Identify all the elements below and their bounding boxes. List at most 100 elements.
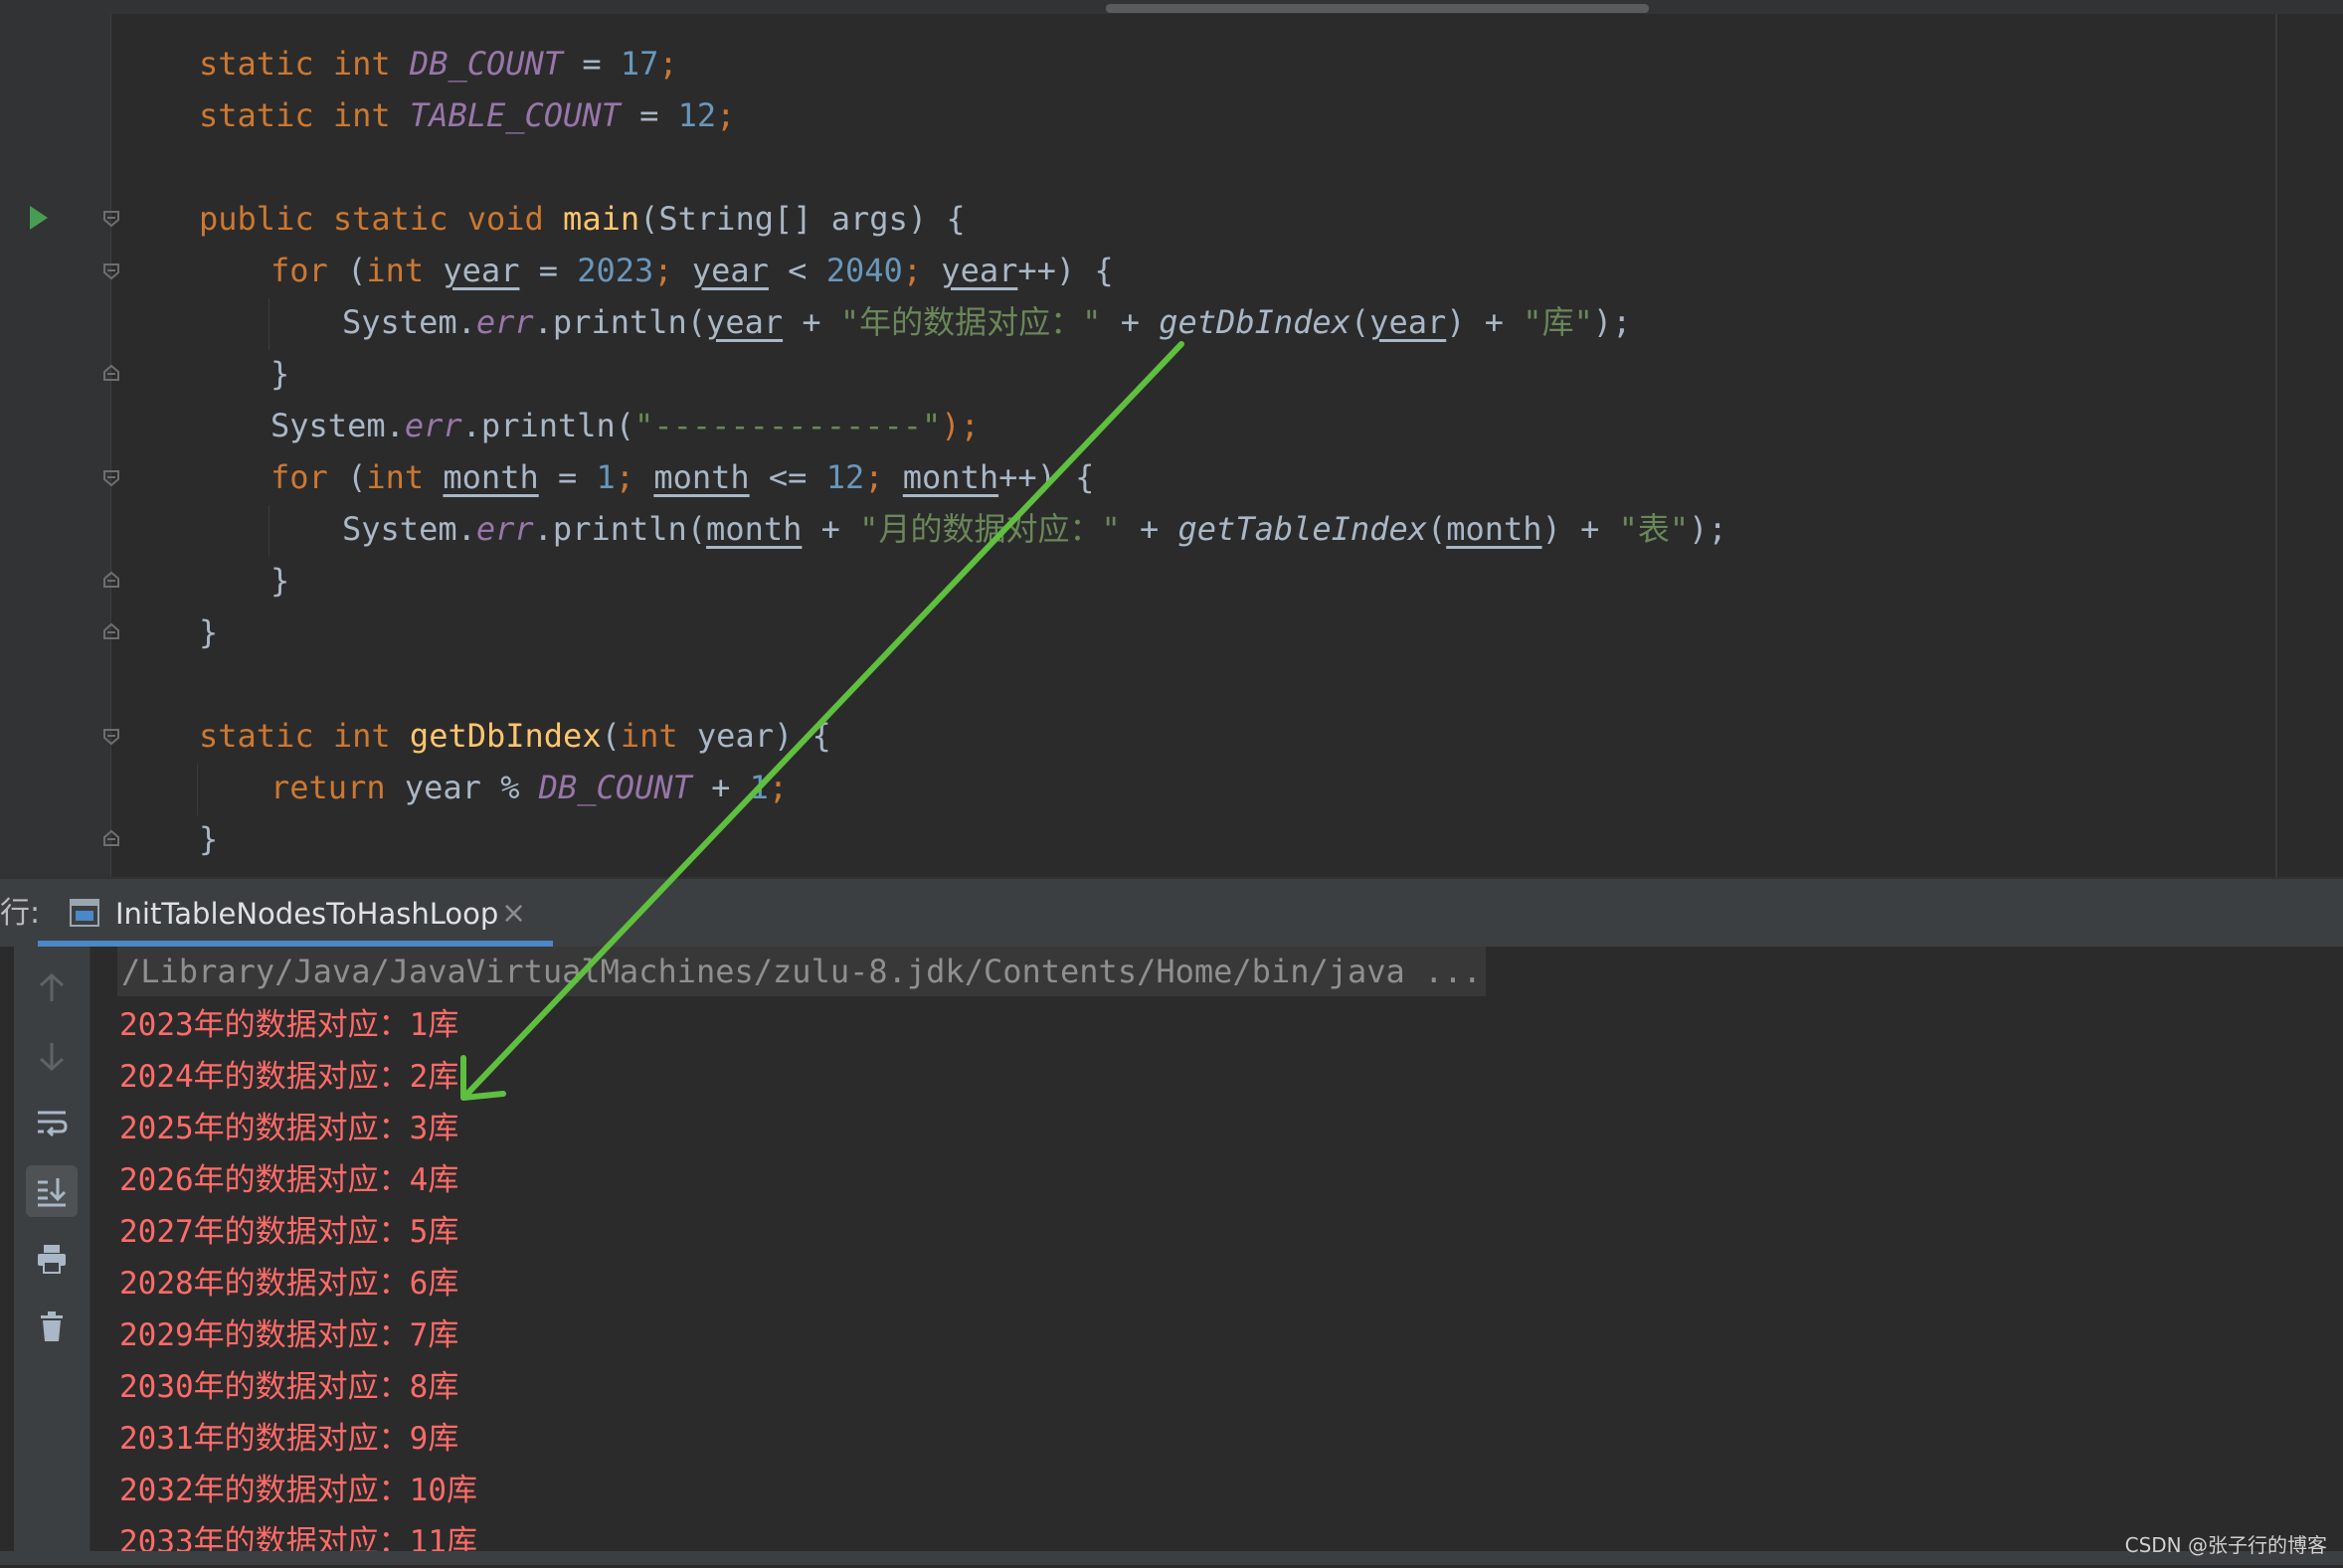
operator: =: [519, 252, 578, 289]
semicolon: ;: [864, 458, 903, 496]
fold-close-icon[interactable]: [102, 829, 120, 847]
expression: year %: [404, 769, 539, 806]
brace: }: [199, 613, 219, 651]
variable: month: [706, 510, 803, 548]
fold-close-icon[interactable]: [102, 571, 120, 589]
code-line[interactable]: }: [199, 607, 218, 658]
string-literal: "表": [1618, 510, 1690, 548]
operator: ) +: [1541, 510, 1619, 548]
fold-close-icon[interactable]: [102, 622, 120, 640]
code-line[interactable]: for (int month = 1; month <= 12; month++…: [270, 451, 1094, 503]
run-tool-window-header: 行: InitTableNodesToHashLoop ×: [0, 877, 2343, 949]
output-line: 2030年的数据对应：8库: [119, 1369, 459, 1405]
fold-open-icon[interactable]: [102, 262, 120, 280]
paren: );: [1592, 303, 1632, 341]
code-line[interactable]: static int getDbIndex(int year) {: [199, 710, 831, 762]
number-literal: 1: [749, 769, 769, 806]
code-line[interactable]: System.err.println(year + "年的数据对应：" + ge…: [342, 296, 1631, 348]
semicolon: ;: [658, 45, 678, 83]
output-line: 2031年的数据对应：9库: [119, 1421, 459, 1457]
close-icon[interactable]: ×: [501, 879, 526, 949]
right-margin-guide: [2275, 14, 2277, 877]
variable: year: [691, 252, 769, 289]
arrow-down-icon[interactable]: [26, 1030, 78, 1082]
arrow-up-icon[interactable]: [26, 962, 78, 1014]
constant-name: TABLE_COUNT: [409, 96, 621, 134]
keyword: static int: [199, 96, 410, 134]
code-line[interactable]: }: [270, 555, 289, 607]
number-literal: 2040: [825, 252, 903, 289]
keyword: static int: [199, 45, 410, 83]
horizontal-scrollbar[interactable]: [1106, 4, 1649, 13]
run-main-icon[interactable]: [30, 206, 48, 230]
trash-icon[interactable]: [26, 1301, 78, 1352]
operator: ++) {: [1017, 252, 1114, 289]
semicolon: ;: [615, 458, 654, 496]
method-call: .println(: [461, 407, 635, 444]
operator: +: [1120, 510, 1178, 548]
output-line: 2023年的数据对应：1库: [119, 1007, 459, 1043]
signature: (String[] args) {: [639, 200, 966, 238]
output-line: 2025年的数据对应：3库: [119, 1111, 459, 1146]
operator: ++) {: [998, 458, 1095, 496]
method-call: .println(: [533, 510, 707, 548]
operator: <=: [749, 458, 826, 496]
paren: (: [347, 252, 367, 289]
output-line: 2028年的数据对应：6库: [119, 1266, 459, 1302]
method-call: getTableIndex: [1177, 510, 1427, 548]
paren: (: [347, 458, 367, 496]
code-line[interactable]: public static void main(String[] args) {: [199, 193, 966, 245]
brace: }: [199, 820, 219, 858]
method-name: getDbIndex: [409, 717, 602, 755]
variable: year: [1369, 303, 1447, 341]
variable: year: [443, 252, 520, 289]
string-literal: "年的数据对应：": [839, 303, 1102, 341]
code-line[interactable]: return year % DB_COUNT + 1;: [270, 762, 788, 813]
console-toolbar: [14, 947, 90, 1551]
keyword: int: [366, 458, 444, 496]
fold-close-icon[interactable]: [102, 364, 120, 382]
static-field: err: [475, 510, 534, 548]
operator: +: [691, 769, 750, 806]
indent-guide: [269, 505, 270, 557]
variable: month: [1446, 510, 1542, 548]
operator: ) +: [1446, 303, 1524, 341]
keyword: for: [270, 458, 348, 496]
run-tab-label[interactable]: InitTableNodesToHashLoop: [115, 879, 498, 949]
code-line[interactable]: static int DB_COUNT = 17;: [199, 38, 678, 89]
string-literal: "库": [1523, 303, 1593, 341]
semicolon: );: [941, 407, 980, 444]
code-line[interactable]: for (int year = 2023; year < 2040; year+…: [270, 245, 1114, 296]
print-icon[interactable]: [26, 1233, 78, 1285]
code-editor[interactable]: static int DB_COUNT = 17; static int TAB…: [0, 0, 2343, 877]
java-command-line: /Library/Java/JavaVirtualMachines/zulu-8…: [117, 947, 1486, 996]
indent-guide: [269, 298, 270, 350]
fold-open-icon[interactable]: [102, 210, 120, 228]
semicolon: ;: [653, 252, 692, 289]
string-literal: "--------------": [634, 407, 942, 444]
watermark: CSDN @张子行的博客: [2124, 1533, 2327, 1557]
keyword: int: [366, 252, 444, 289]
indent-guide: [197, 764, 198, 815]
soft-wrap-icon[interactable]: [26, 1098, 78, 1149]
keyword: return: [270, 769, 405, 806]
keyword: for: [270, 252, 348, 289]
semicolon: ;: [902, 252, 942, 289]
code-line[interactable]: System.err.println(month + "月的数据对应：" + g…: [342, 503, 1727, 555]
scroll-to-end-icon[interactable]: [26, 1165, 78, 1217]
semicolon: ;: [768, 769, 789, 806]
code-line[interactable]: }: [270, 348, 289, 400]
paren: (: [1350, 303, 1370, 341]
code-line[interactable]: System.err.println("--------------");: [270, 400, 980, 451]
brace: }: [270, 355, 290, 393]
number-literal: 12: [677, 96, 717, 134]
class-name: System.: [270, 407, 405, 444]
variable: month: [653, 458, 750, 496]
code-line[interactable]: }: [199, 813, 218, 865]
fold-open-icon[interactable]: [102, 728, 120, 746]
code-line[interactable]: static int TABLE_COUNT = 12;: [199, 89, 735, 141]
constant-name: DB_COUNT: [538, 769, 692, 806]
number-literal: 12: [825, 458, 865, 496]
output-line: 2027年的数据对应：5库: [119, 1214, 459, 1250]
fold-open-icon[interactable]: [102, 469, 120, 487]
